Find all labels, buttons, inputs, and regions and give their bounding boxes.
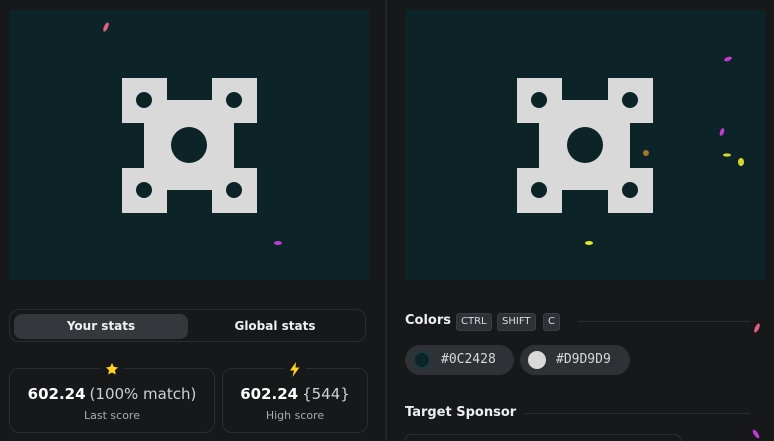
sponsor-divider — [525, 413, 750, 414]
color-dot — [413, 351, 431, 369]
high-score-label: High score — [265, 409, 325, 422]
last-score-card: 602.24 (100% match) Last score — [9, 360, 215, 433]
stats-tab-bar: Your stats Global stats — [9, 309, 366, 342]
last-score-value-row: 602.24 (100% match) — [10, 385, 214, 403]
your-output-canvas — [9, 10, 369, 280]
tab-global-stats[interactable]: Global stats — [188, 314, 362, 339]
shortcut-key-c: C — [543, 313, 560, 331]
colors-heading: Colors — [405, 313, 452, 328]
target-canvas — [405, 10, 765, 280]
sponsor-card[interactable] — [405, 434, 681, 441]
last-score-match: (100% match) — [89, 385, 197, 403]
high-score-value: 602.24 — [240, 385, 299, 403]
high-score-chars: {544} — [302, 385, 350, 403]
panel-divider — [385, 0, 387, 441]
high-score-card: 602.24 {544} High score — [222, 360, 368, 433]
color-swatch-background[interactable]: #0C2428 — [405, 345, 514, 375]
app-root: Your stats Global stats 602.24 (100% matc… — [0, 0, 774, 441]
color-swatch-foreground[interactable]: #D9D9D9 — [520, 345, 630, 375]
last-score-label: Last score — [84, 409, 140, 422]
high-score-value-row: 602.24 {544} — [223, 385, 367, 403]
target-svg — [405, 10, 765, 280]
your-output-svg — [9, 10, 369, 280]
confetti-piece — [754, 323, 760, 333]
lightning-icon — [284, 360, 306, 378]
tab-your-stats[interactable]: Your stats — [14, 314, 188, 339]
target-sponsor-heading: Target Sponsor — [405, 405, 517, 420]
star-icon — [101, 360, 123, 378]
shortcut-key-shift: SHIFT — [497, 313, 536, 331]
colors-divider — [578, 321, 750, 322]
color-dot — [528, 351, 546, 369]
shortcut-key-ctrl: CTRL — [456, 313, 492, 331]
color-hex-label: #0C2428 — [441, 352, 496, 367]
last-score-value: 602.24 — [27, 385, 86, 403]
color-hex-label: #D9D9D9 — [556, 352, 611, 367]
confetti-piece — [752, 429, 760, 439]
